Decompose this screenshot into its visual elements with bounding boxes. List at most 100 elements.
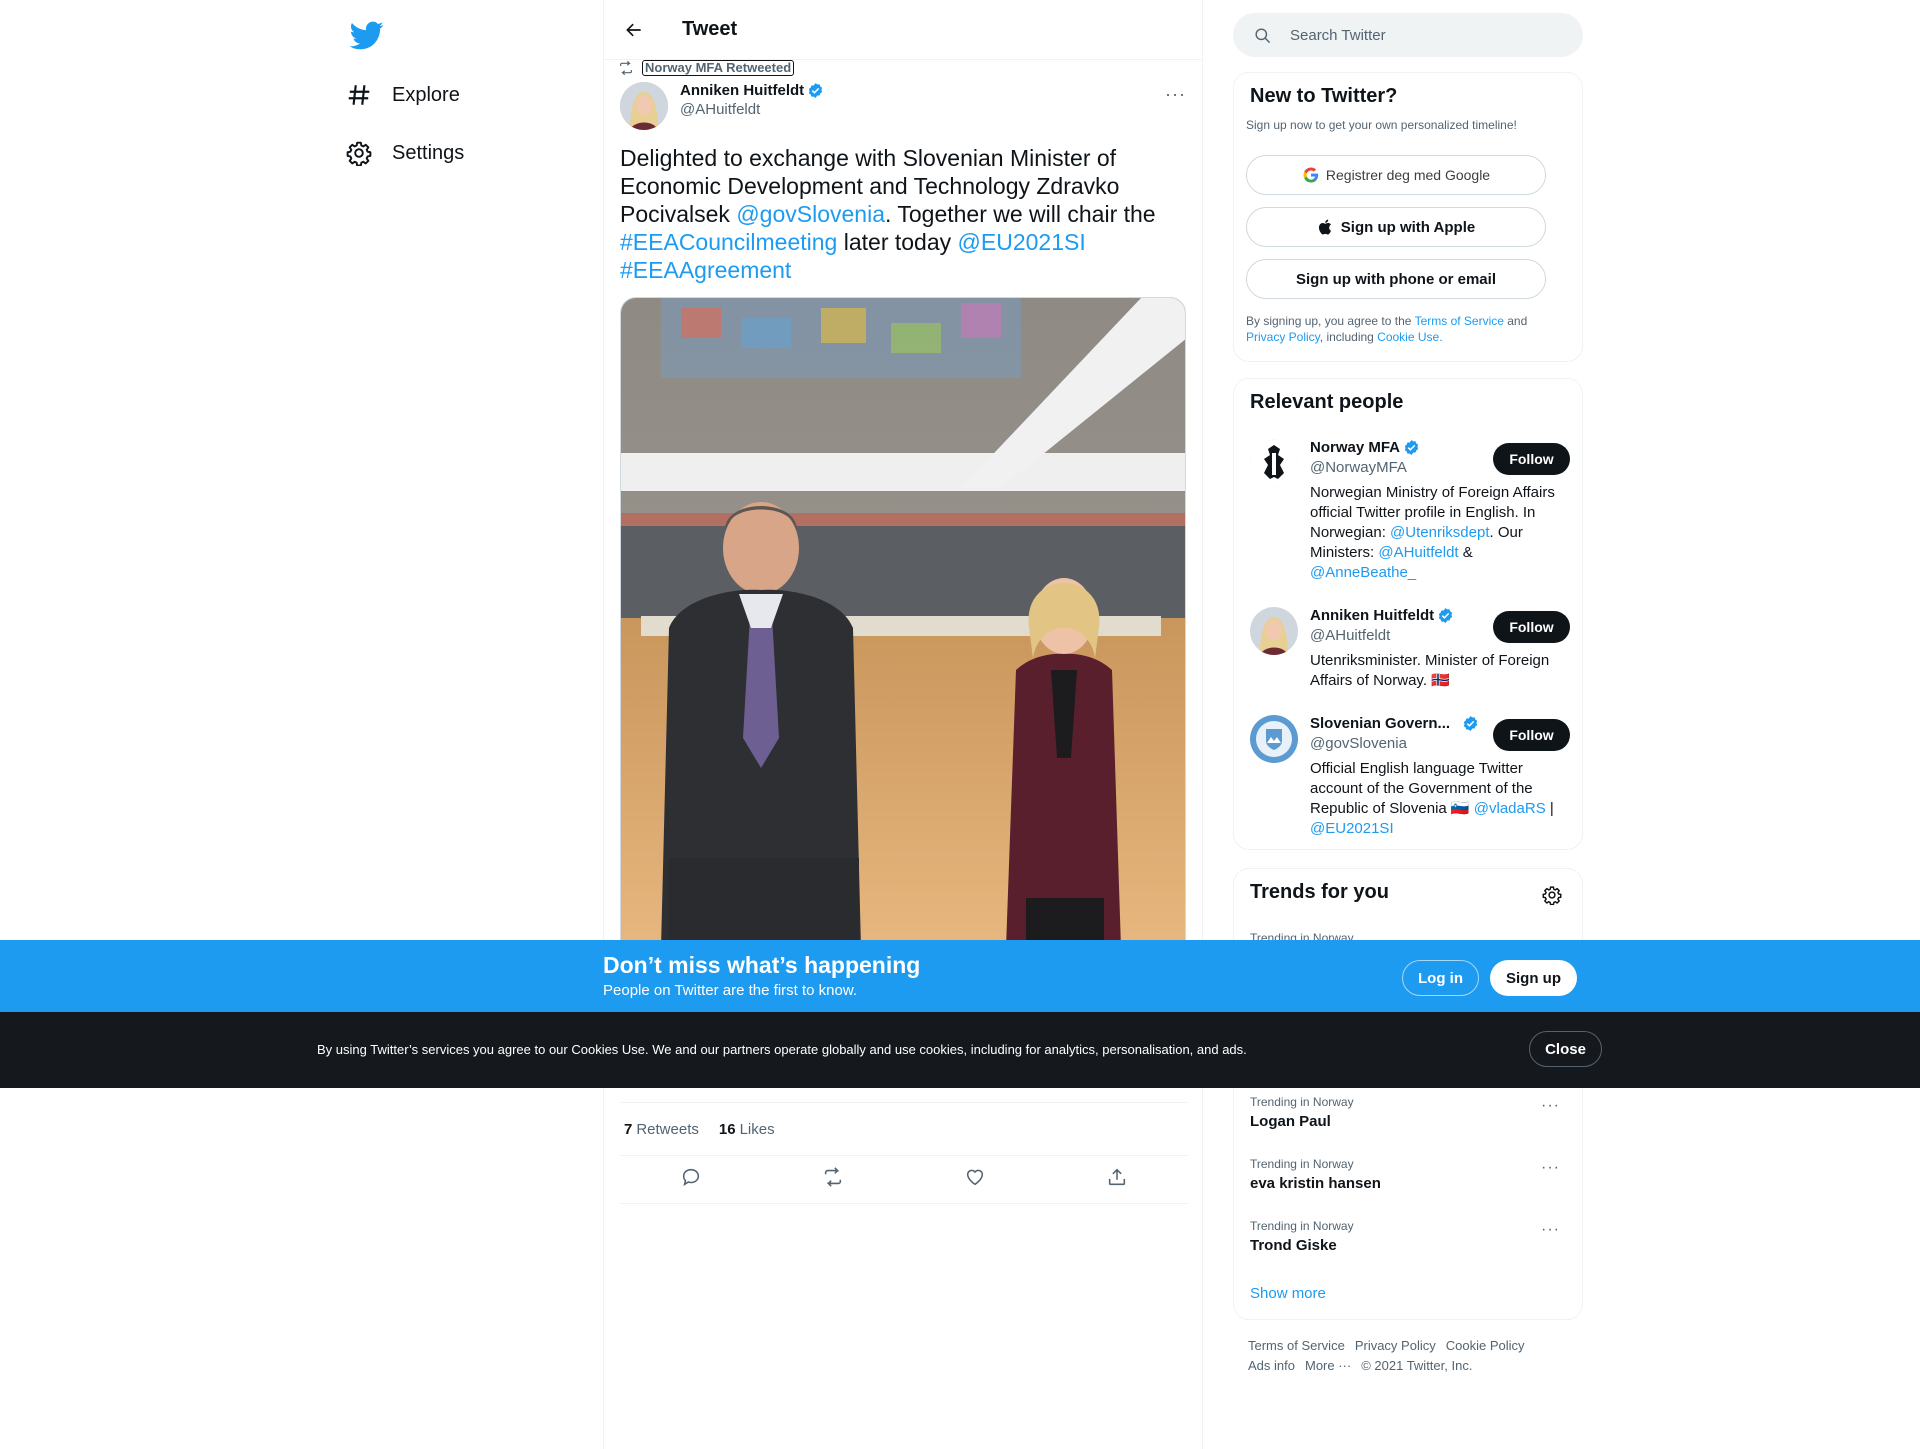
trend-name: Logan Paul bbox=[1250, 1113, 1331, 1130]
likes-stat[interactable]: 16 Likes bbox=[719, 1121, 775, 1138]
card-title: Trends for you bbox=[1250, 881, 1389, 903]
search-icon bbox=[1255, 27, 1271, 43]
tweet-photo[interactable] bbox=[620, 297, 1186, 947]
trends-settings-gear-icon[interactable] bbox=[1542, 885, 1562, 910]
avatar[interactable] bbox=[1250, 439, 1298, 487]
footer-links: Terms of Service Privacy Policy Cookie Pol… bbox=[1248, 1336, 1568, 1376]
reply-icon[interactable] bbox=[680, 1166, 702, 1193]
banner-subtitle: People on Twitter are the first to know. bbox=[603, 982, 858, 999]
tweet-author: Anniken Huitfeldt @AHuitfeldt bbox=[620, 82, 824, 130]
login-button[interactable]: Log in bbox=[1402, 960, 1479, 996]
footer-more-link[interactable]: More ··· bbox=[1305, 1358, 1351, 1373]
trend-item[interactable]: Trending in Norway eva kristin hansen ··… bbox=[1250, 1157, 1568, 1192]
trend-name: eva kristin hansen bbox=[1250, 1175, 1381, 1192]
terms-link[interactable]: Terms of Service bbox=[1415, 314, 1504, 328]
mention-link[interactable]: @AHuitfeldt bbox=[1378, 544, 1458, 561]
retweets-stat[interactable]: 7 Retweets bbox=[624, 1121, 699, 1138]
footer-terms-link[interactable]: Terms of Service bbox=[1248, 1338, 1345, 1353]
follow-button[interactable]: Follow bbox=[1493, 611, 1570, 643]
verified-badge-icon bbox=[1463, 716, 1478, 731]
signup-terms: By signing up, you agree to the Terms of… bbox=[1246, 314, 1528, 344]
show-more-link[interactable]: Show more bbox=[1250, 1285, 1326, 1302]
privacy-link[interactable]: Privacy Policy bbox=[1246, 330, 1320, 344]
search-input[interactable] bbox=[1290, 26, 1550, 44]
person-anniken-huitfeldt[interactable]: Anniken Huitfeldt @AHuitfeldt Utenriksmi… bbox=[1250, 607, 1570, 697]
person-norway-mfa[interactable]: Norway MFA @NorwayMFA Norwegian Ministry… bbox=[1250, 439, 1570, 589]
person-bio: Utenriksminister. Minister of Foreign Af… bbox=[1310, 652, 1550, 689]
tweet-text: Delighted to exchange with Slovenian Min… bbox=[620, 144, 1188, 284]
trend-name: Trond Giske bbox=[1250, 1237, 1337, 1254]
nav-explore[interactable]: Explore bbox=[346, 70, 460, 120]
avatar[interactable] bbox=[620, 82, 668, 130]
twitter-bird-icon[interactable] bbox=[349, 18, 384, 52]
verified-badge-icon bbox=[809, 83, 823, 98]
footer-ads-link[interactable]: Ads info bbox=[1248, 1358, 1295, 1373]
share-icon[interactable] bbox=[1106, 1166, 1128, 1193]
apple-icon bbox=[1318, 219, 1331, 235]
retweet-action-icon[interactable] bbox=[822, 1166, 844, 1193]
page-title: Tweet bbox=[682, 18, 738, 40]
nav-settings[interactable]: Settings bbox=[346, 128, 464, 178]
google-icon bbox=[1303, 167, 1319, 183]
cookie-bar: By using Twitter’s services you agree to… bbox=[0, 1012, 1920, 1088]
signup-button[interactable]: Sign up bbox=[1490, 960, 1577, 996]
hashtag-link[interactable]: #EEAAgreement bbox=[620, 257, 791, 283]
mention-link[interactable]: @EU2021SI bbox=[958, 229, 1086, 255]
arrow-left-icon bbox=[626, 23, 641, 36]
copyright: © 2021 Twitter, Inc. bbox=[1361, 1358, 1473, 1373]
cookie-close-button[interactable]: Close bbox=[1529, 1031, 1602, 1067]
follow-button[interactable]: Follow bbox=[1493, 719, 1570, 751]
trend-item[interactable]: Trending in Norway Trond Giske ··· bbox=[1250, 1219, 1568, 1254]
card-title: Relevant people bbox=[1250, 391, 1404, 413]
avatar[interactable] bbox=[1250, 715, 1298, 763]
follow-button[interactable]: Follow bbox=[1493, 443, 1570, 475]
footer-cookie-link[interactable]: Cookie Policy bbox=[1446, 1338, 1525, 1353]
relevant-people-card: Relevant people Norway MFA @NorwayMFA No… bbox=[1233, 378, 1583, 850]
mention-link[interactable]: @EU2021SI bbox=[1310, 820, 1394, 837]
trend-more-button[interactable]: ··· bbox=[1541, 1221, 1560, 1239]
retweet-context: Norway MFA Retweeted bbox=[618, 60, 795, 76]
hashtag-link[interactable]: #EEACouncilmeeting bbox=[620, 229, 837, 255]
main-column: Tweet Norway MFA Retweeted Anniken Huitf… bbox=[603, 0, 1203, 1449]
back-button[interactable] bbox=[616, 12, 652, 48]
mention-link[interactable]: @govSlovenia bbox=[736, 201, 885, 227]
new-to-twitter-card: New to Twitter? Sign up now to get your … bbox=[1233, 72, 1583, 362]
hashtag-icon bbox=[346, 82, 372, 108]
person-slovenian-government[interactable]: Slovenian Govern... @govSlovenia Officia… bbox=[1250, 715, 1570, 845]
banner-title: Don’t miss what’s happening bbox=[603, 952, 921, 978]
trend-more-button[interactable]: ··· bbox=[1541, 1097, 1560, 1115]
mention-link[interactable]: @vladaRS bbox=[1474, 800, 1546, 817]
card-title: New to Twitter? bbox=[1250, 85, 1398, 107]
trend-meta: Trending in Norway bbox=[1250, 1157, 1354, 1171]
author-name[interactable]: Anniken Huitfeldt bbox=[680, 82, 824, 99]
tweet-more-button[interactable]: ··· bbox=[1165, 84, 1186, 105]
trend-meta: Trending in Norway bbox=[1250, 1219, 1354, 1233]
gear-icon bbox=[346, 140, 372, 166]
retweeted-by-link[interactable]: Norway MFA Retweeted bbox=[642, 60, 795, 76]
apple-signup-button[interactable]: Sign up with Apple bbox=[1246, 207, 1546, 247]
google-signup-button[interactable]: Registrer deg med Google bbox=[1246, 155, 1546, 195]
signup-banner: Don’t miss what’s happening People on Tw… bbox=[0, 940, 1920, 1012]
cookie-text: By using Twitter’s services you agree to… bbox=[317, 1042, 1247, 1057]
slovenia-flag-icon: 🇸🇮 bbox=[1450, 800, 1470, 817]
avatar[interactable] bbox=[1250, 607, 1298, 655]
tweet-stats: 7 Retweets 16 Likes bbox=[620, 1102, 1188, 1156]
mention-link[interactable]: @Utenriksdept bbox=[1390, 524, 1489, 541]
tweet-text-segment: . Together we will chair the bbox=[885, 201, 1156, 227]
retweet-icon bbox=[620, 60, 632, 76]
verified-badge-icon bbox=[1439, 608, 1453, 623]
card-subtitle: Sign up now to get your own personalized… bbox=[1246, 118, 1517, 132]
nav-explore-label: Explore bbox=[392, 83, 460, 106]
norway-flag-icon: 🇳🇴 bbox=[1431, 672, 1450, 689]
cookie-use-link[interactable]: Cookie Use. bbox=[1377, 330, 1442, 344]
mention-link[interactable]: @AnneBeathe_ bbox=[1310, 564, 1416, 581]
trend-item[interactable]: Trending in Norway Logan Paul ··· bbox=[1250, 1095, 1568, 1130]
trend-more-button[interactable]: ··· bbox=[1541, 1159, 1560, 1177]
author-handle[interactable]: @AHuitfeldt bbox=[680, 101, 824, 118]
phone-email-signup-button[interactable]: Sign up with phone or email bbox=[1246, 259, 1546, 299]
search-box[interactable] bbox=[1233, 13, 1583, 57]
heart-icon[interactable] bbox=[964, 1166, 986, 1193]
footer-privacy-link[interactable]: Privacy Policy bbox=[1355, 1338, 1436, 1353]
tweet-header: Tweet bbox=[604, 0, 1202, 60]
person-bio: Official English language Twitter accoun… bbox=[1310, 760, 1554, 837]
